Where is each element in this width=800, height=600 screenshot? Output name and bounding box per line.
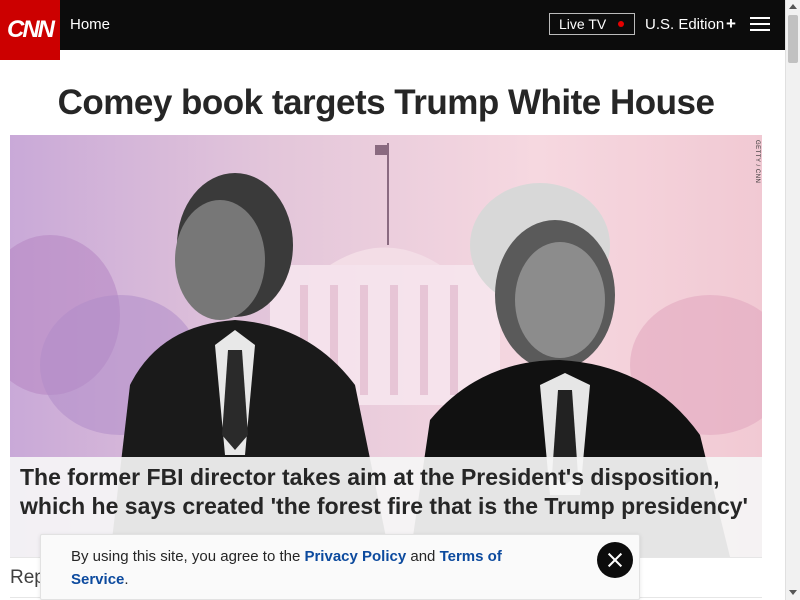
scroll-thumb[interactable] xyxy=(788,15,798,63)
edition-selector[interactable]: U.S. Edition xyxy=(645,16,724,33)
consent-period: . xyxy=(124,571,129,588)
hero-caption[interactable]: The former FBI director takes aim at the… xyxy=(20,463,750,521)
scroll-up-icon[interactable] xyxy=(789,4,797,9)
article-headline: Comey book targets Trump White House xyxy=(57,83,715,122)
page-scrollbar[interactable] xyxy=(785,0,800,600)
site-header: Home Live TV U.S. Edition + xyxy=(0,0,785,50)
privacy-policy-link[interactable]: Privacy Policy xyxy=(304,548,406,565)
consent-intro: By using this site, you agree to the xyxy=(71,548,305,565)
live-tv-button[interactable]: Live TV xyxy=(549,13,635,35)
consent-text: By using this site, you agree to the Pri… xyxy=(71,545,561,591)
photo-credit: GETTY / CNN xyxy=(754,140,760,184)
live-indicator-icon xyxy=(618,21,624,27)
scroll-down-icon[interactable] xyxy=(789,590,797,595)
edition-plus-icon[interactable]: + xyxy=(726,14,736,34)
live-tv-label: Live TV xyxy=(559,16,607,32)
logo-text: CNN xyxy=(7,16,55,43)
page: Home Live TV U.S. Edition + CNN Comey bo… xyxy=(0,0,800,600)
close-consent-icon[interactable] xyxy=(597,542,633,578)
hamburger-menu-icon[interactable] xyxy=(750,17,770,32)
consent-and: and xyxy=(406,548,440,565)
cnn-logo[interactable]: CNN xyxy=(0,0,60,60)
consent-banner: By using this site, you agree to the Pri… xyxy=(40,534,640,600)
hero-image[interactable]: GETTY / CNN The former FBI director take… xyxy=(10,135,762,557)
nav-home-link[interactable]: Home xyxy=(70,16,110,33)
